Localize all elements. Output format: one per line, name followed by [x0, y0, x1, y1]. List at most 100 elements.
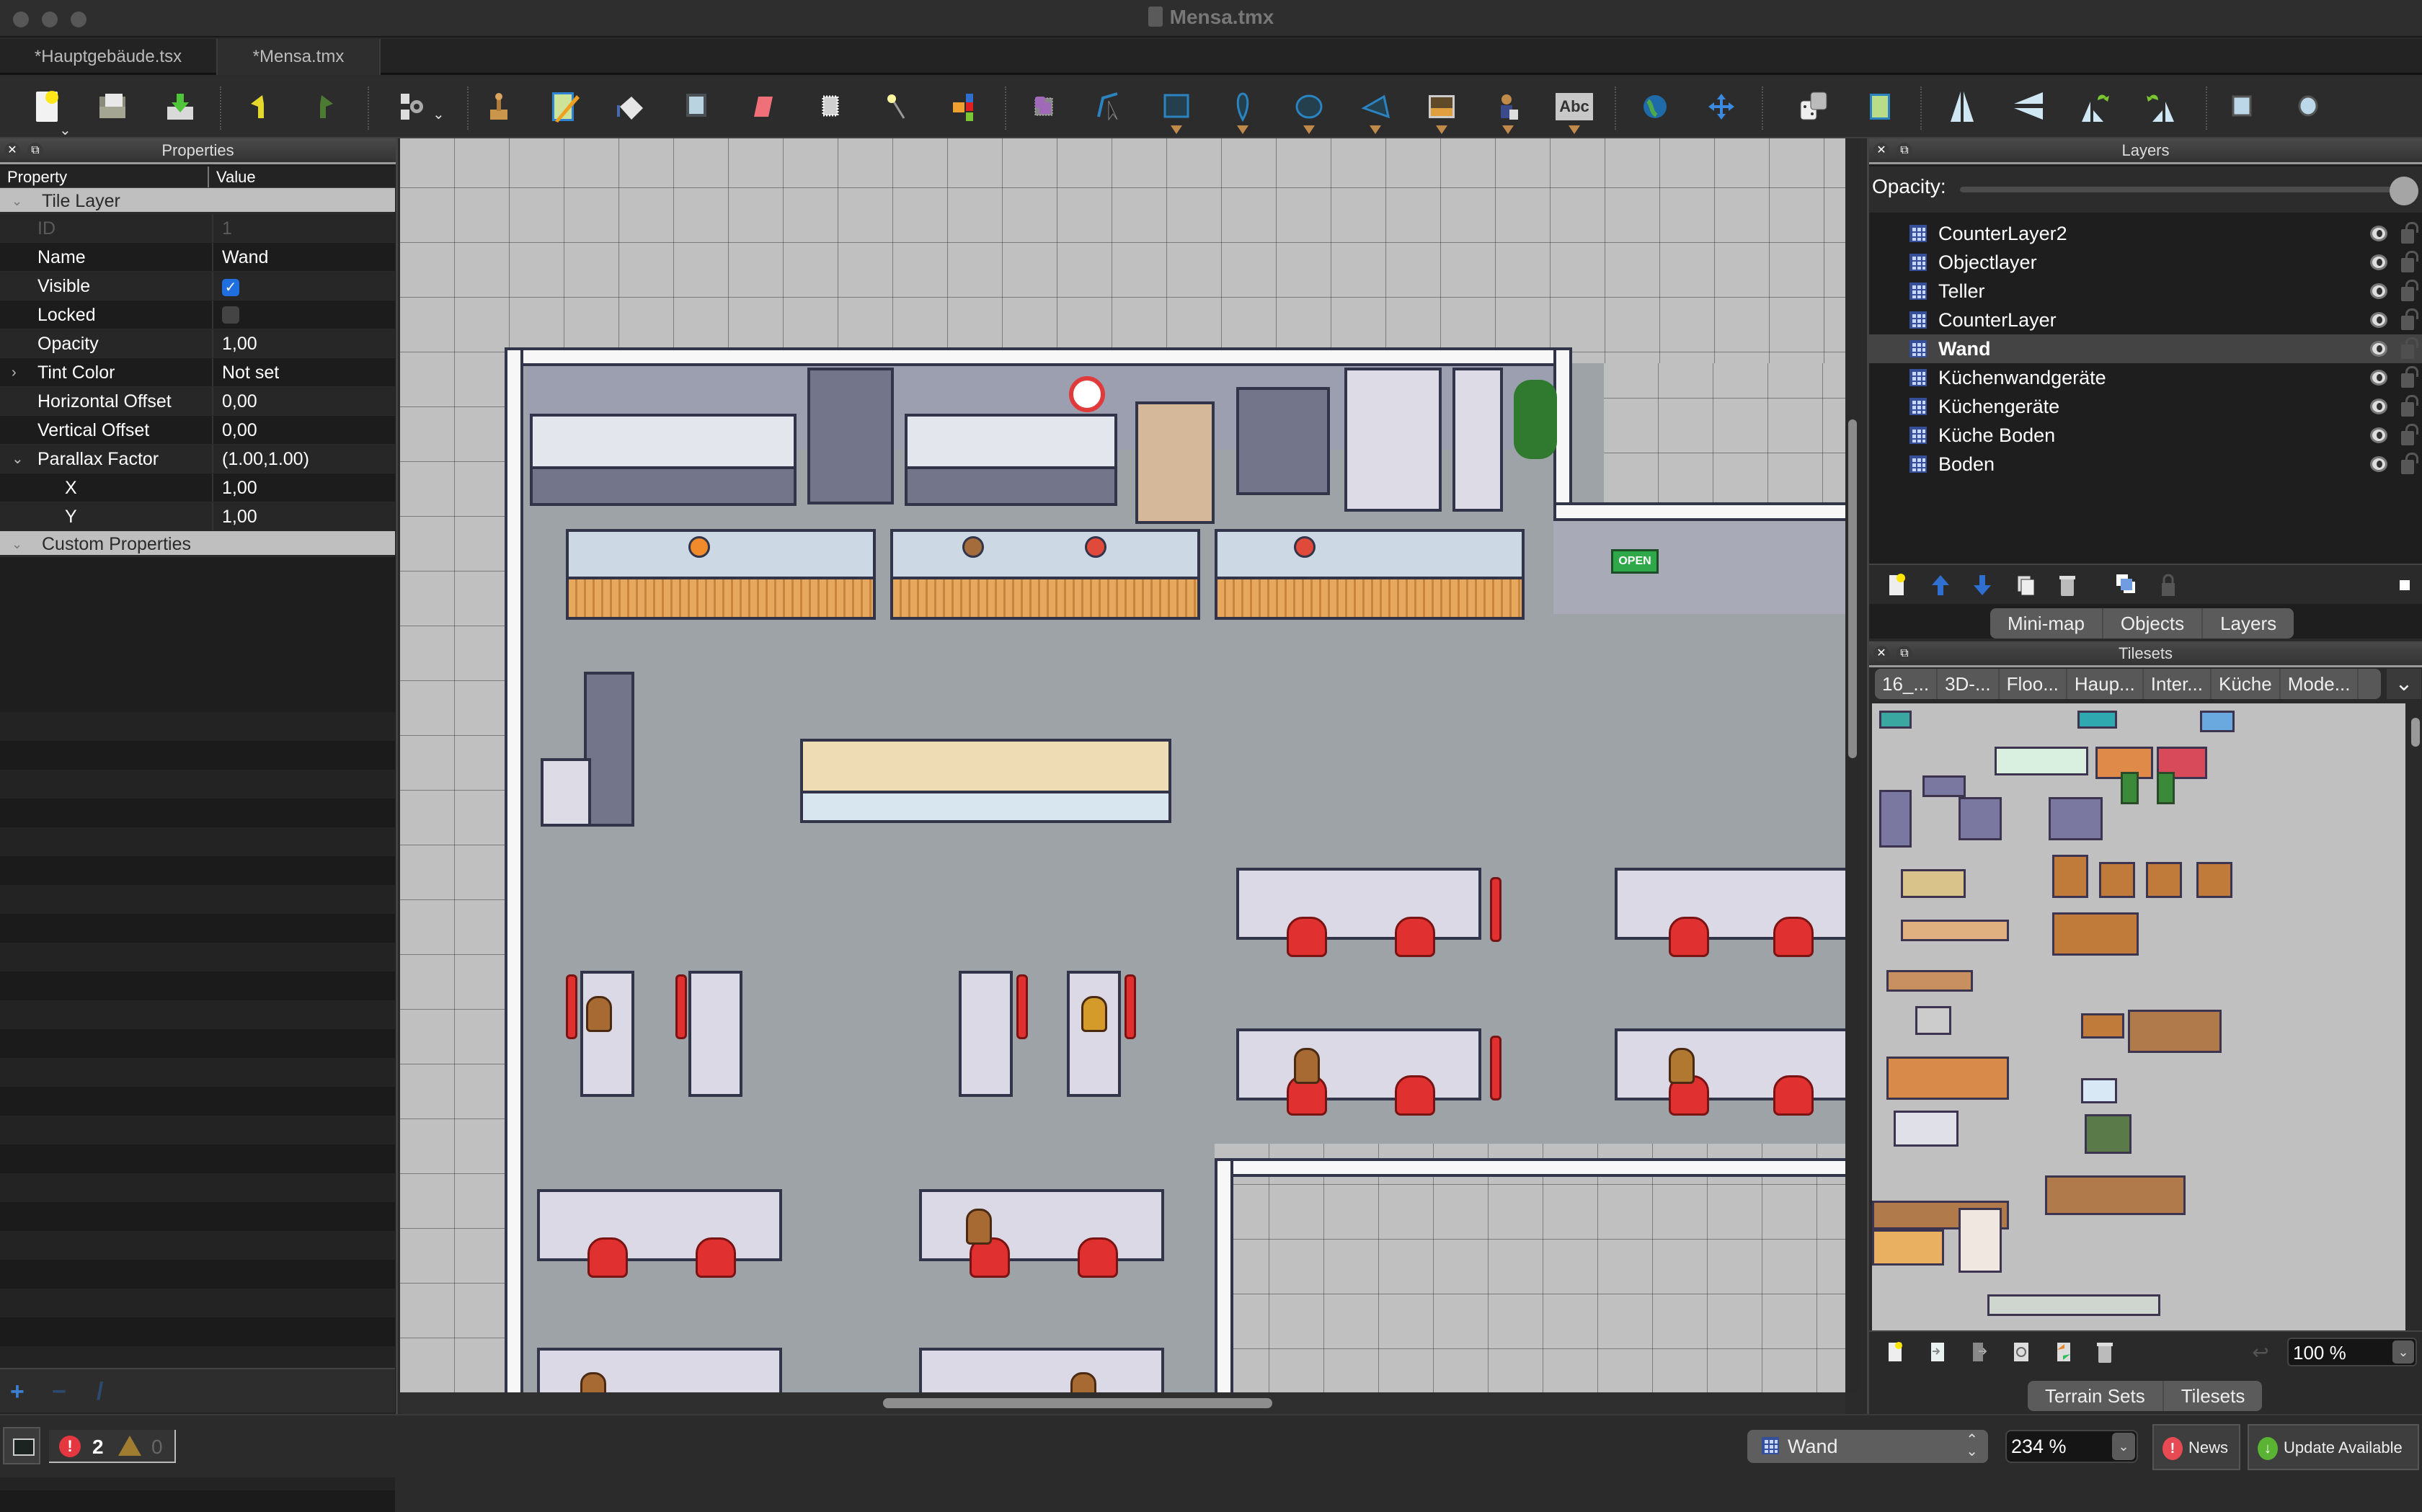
map-zoom-value[interactable]: 234 %: [2011, 1436, 2067, 1458]
chevron-down-icon[interactable]: ⌄: [2392, 1340, 2414, 1364]
property-value-tint-color[interactable]: Not set: [213, 358, 279, 386]
visibility-eye-icon[interactable]: [2370, 427, 2387, 443]
duplicate-layer-button[interactable]: [2013, 572, 2038, 598]
redo-button[interactable]: [306, 86, 346, 127]
rename-property-button[interactable]: /: [97, 1378, 103, 1406]
lower-layer-button[interactable]: [1970, 572, 1995, 598]
new-file-button[interactable]: ⌄: [27, 86, 71, 138]
bucket-fill-tool[interactable]: [610, 86, 650, 127]
tab-objects[interactable]: Objects: [2103, 608, 2204, 639]
layer-row[interactable]: CounterLayer2: [1869, 219, 2422, 248]
chevron-right-icon[interactable]: ›: [12, 358, 17, 387]
close-panel-icon[interactable]: ✕: [1873, 646, 1889, 662]
insert-point-tool[interactable]: [1223, 86, 1263, 134]
replace-tileset-button[interactable]: [2051, 1339, 2075, 1365]
lock-icon[interactable]: [2401, 308, 2418, 330]
close-panel-icon[interactable]: ✕: [4, 143, 20, 159]
lock-icon[interactable]: [2401, 424, 2418, 445]
property-row-locked[interactable]: Locked: [0, 301, 395, 329]
layer-row[interactable]: Objectlayer: [1869, 248, 2422, 277]
open-file-button[interactable]: [92, 86, 133, 127]
export-tileset-button[interactable]: [1967, 1339, 1992, 1365]
tile-image[interactable]: [1879, 790, 1912, 848]
property-row-horizontal-offset[interactable]: Horizontal Offset 0,00: [0, 387, 395, 416]
tileset-tab[interactable]: 3D-...: [1938, 669, 2000, 699]
tile-image[interactable]: [1987, 1294, 2160, 1316]
lock-icon[interactable]: [2401, 280, 2418, 301]
console-toggle-button[interactable]: [3, 1427, 40, 1464]
float-panel-icon[interactable]: ⧉: [27, 143, 43, 159]
issues-indicator[interactable]: ! 2 0: [49, 1430, 176, 1463]
group-tile-layer[interactable]: ⌄ Tile Layer: [0, 188, 395, 214]
layer-row[interactable]: CounterLayer: [1869, 306, 2422, 334]
tab-mini-map[interactable]: Mini-map: [1990, 608, 2103, 639]
property-value-vertical-offset[interactable]: 0,00: [213, 416, 257, 444]
update-available-button[interactable]: ↓ Update Available: [2248, 1424, 2419, 1470]
dynamic-wrapping-toggle[interactable]: ↩: [2248, 1339, 2273, 1365]
tileset-tab[interactable]: Küche: [2212, 669, 2281, 699]
lock-icon[interactable]: [2401, 337, 2418, 359]
undo-button[interactable]: [238, 86, 278, 127]
tileset-zoom-value[interactable]: 100 %: [2293, 1342, 2346, 1364]
lock-icon[interactable]: [2401, 251, 2418, 272]
property-row-opacity[interactable]: Opacity 1,00: [0, 329, 395, 358]
layer-row-selected[interactable]: Wand: [1869, 334, 2422, 363]
scrollbar-thumb[interactable]: [2411, 718, 2420, 747]
add-property-button[interactable]: +: [10, 1378, 25, 1406]
tile-image[interactable]: [2081, 1078, 2117, 1103]
property-row-parallax-factor[interactable]: ⌄ Parallax Factor (1.00,1.00): [0, 445, 395, 473]
tile-image[interactable]: [2200, 711, 2235, 732]
map-zoom-combobox[interactable]: 234 % ⌄: [2005, 1430, 2138, 1463]
close-panel-icon[interactable]: ✕: [1873, 143, 1889, 159]
property-row-vertical-offset[interactable]: Vertical Offset 0,00: [0, 416, 395, 445]
column-header-property[interactable]: Property: [0, 166, 209, 187]
rotate-right-button[interactable]: [2141, 86, 2181, 127]
visibility-eye-icon[interactable]: [2370, 341, 2387, 357]
tileset-tab[interactable]: Floo...: [2000, 669, 2067, 699]
tab-layers[interactable]: Layers: [2203, 608, 2294, 639]
insert-ellipse-tool[interactable]: [1289, 86, 1329, 134]
flip-horizontal-button[interactable]: [1942, 86, 1982, 127]
property-row-parallax-x[interactable]: X 1,00: [0, 473, 395, 502]
property-row-visible[interactable]: Visible ✓: [0, 272, 395, 301]
insert-polygon-tool[interactable]: [1355, 86, 1396, 134]
tile-image[interactable]: [1872, 1229, 1944, 1266]
property-value-opacity[interactable]: 1,00: [213, 329, 257, 357]
property-value-name[interactable]: Wand: [213, 243, 268, 271]
new-layer-button[interactable]: [1885, 572, 1909, 598]
tile-image[interactable]: [1959, 1208, 2002, 1273]
edit-polygons-tool[interactable]: [1088, 86, 1129, 127]
layer-row[interactable]: Küchenwandgeräte: [1869, 363, 2422, 392]
tile-image[interactable]: [2052, 855, 2088, 898]
lock-icon[interactable]: [2401, 453, 2418, 474]
scrollbar-thumb[interactable]: [883, 1398, 1272, 1408]
tile-image[interactable]: [2121, 772, 2139, 804]
tileset-tab[interactable]: Mode...: [2281, 669, 2359, 699]
visibility-eye-icon[interactable]: [2370, 254, 2387, 270]
move-layer-tool[interactable]: [1701, 86, 1742, 127]
visibility-eye-icon[interactable]: [2370, 283, 2387, 299]
tile-image[interactable]: [2157, 772, 2175, 804]
map-canvas[interactable]: OPEN: [400, 138, 1845, 1392]
rectangular-select-tool[interactable]: [810, 86, 851, 127]
visibility-eye-icon[interactable]: [2370, 456, 2387, 472]
property-row-parallax-y[interactable]: Y 1,00: [0, 502, 395, 531]
tab-hauptgebaeude[interactable]: *Hauptgebäude.tsx: [0, 39, 218, 75]
wang-fill-toggle[interactable]: [1860, 86, 1900, 127]
tileset-tab[interactable]: 16_...: [1875, 669, 1938, 699]
property-value-parallax-factor[interactable]: (1.00,1.00): [213, 445, 309, 473]
scrollbar-thumb[interactable]: [1848, 419, 1857, 758]
visibility-eye-icon[interactable]: [2370, 370, 2387, 386]
tile-image[interactable]: [2045, 1175, 2186, 1215]
map-vertical-scrollbar[interactable]: [1845, 138, 1860, 1392]
highlight-layer-toggle[interactable]: [2392, 572, 2417, 598]
rectangle-shape-button[interactable]: [2222, 86, 2262, 127]
layer-row[interactable]: Küchengeräte: [1869, 392, 2422, 421]
eraser-tool[interactable]: [742, 86, 783, 127]
float-panel-icon[interactable]: ⧉: [1897, 143, 1912, 159]
edit-tileset-button[interactable]: [2009, 1339, 2033, 1365]
tile-image[interactable]: [2196, 862, 2232, 898]
insert-rectangle-tool[interactable]: [1156, 86, 1197, 134]
opacity-slider-handle[interactable]: [2390, 177, 2418, 205]
current-layer-select[interactable]: Wand ⌃ ⌄: [1747, 1430, 1988, 1463]
